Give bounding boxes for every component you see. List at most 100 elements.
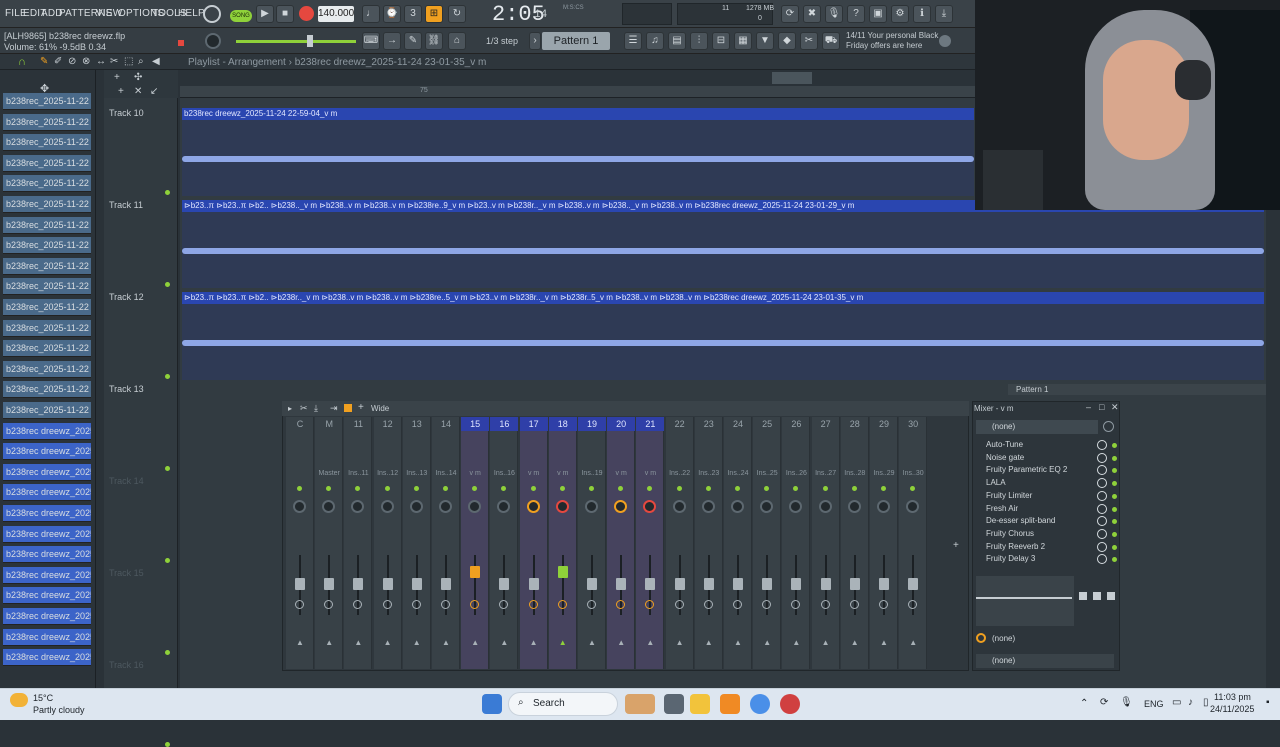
send-arrow-icon[interactable]: ▲ [471,638,479,647]
channel-enable-led[interactable] [589,486,594,491]
mixer-channel-name[interactable]: Ins..16 [490,470,518,477]
record-arm-icon[interactable] [849,600,859,609]
eq-fader-2[interactable] [1093,592,1101,600]
mixer-icon[interactable]: ⫶ [690,32,708,50]
mixer-channel-number[interactable]: 11 [344,417,372,431]
channel-enable-led[interactable] [822,486,828,491]
pan-knob[interactable] [380,500,394,513]
mixer-route-icon[interactable]: ⇥ [330,403,338,414]
download-icon[interactable]: ⤓ [935,5,953,23]
stamp-icon[interactable]: ⌂ [448,32,466,50]
refresh-icon[interactable]: ⟳ [781,5,799,23]
browser-item[interactable]: b238rec_2025-11-22 05-... [3,113,91,131]
play-icon[interactable]: ▶ [256,5,274,23]
track-active-led[interactable] [165,558,170,563]
app-icon[interactable] [780,694,800,714]
track-active-led[interactable] [165,282,170,287]
volume-fader[interactable] [295,578,305,590]
mixer-channel-number[interactable]: 28 [841,417,869,431]
send-arrow-icon[interactable]: ▲ [384,638,392,647]
mixer-add-track-icon[interactable]: + [953,540,959,551]
audio-clip[interactable]: ⊳b23..π ⊳b23..π ⊳b2.. ⊳b238r.._v m ⊳b238… [182,292,1264,304]
mixer-save-icon[interactable]: ⤓ [314,403,318,414]
mixer-channel-strip[interactable] [724,417,752,669]
link-icon[interactable]: ⛓ [425,32,443,50]
browser-item[interactable]: b238rec dreewz_2025-11... [3,463,91,481]
add-icon[interactable]: + [118,86,124,97]
mixer-menu-icon[interactable]: ▸ [288,404,292,413]
task-view-icon[interactable] [664,694,684,714]
fx-slot[interactable]: Fruity Delay 3 [978,553,1096,565]
fx-slot[interactable]: LALA [978,477,1096,489]
mixer-channel-number[interactable]: M [315,417,343,431]
mixer-channel-strip[interactable] [432,417,460,669]
track-active-led[interactable] [165,650,170,655]
track-active-led[interactable] [165,190,170,195]
volume-fader[interactable] [762,578,773,590]
record-arm-icon[interactable] [879,600,888,609]
delete-tool-icon[interactable]: ⊘ [68,56,76,67]
slip-tool-icon[interactable]: ↔ [96,56,106,67]
save-icon[interactable]: ▣ [869,5,887,23]
mixer-channel-name[interactable]: Ins..13 [403,470,431,477]
mixer-channel-number[interactable]: 18 [548,417,577,431]
file-explorer-icon[interactable] [690,694,710,714]
channel-enable-led[interactable] [881,486,886,491]
browser-item[interactable]: b238rec_2025-11-22 05-... [3,154,91,172]
mixer-channel-number[interactable]: C [286,417,314,431]
browser-item[interactable]: b238rec_2025-11-22 06-... [3,278,91,296]
record-arm-icon[interactable] [820,600,830,609]
tempo-display[interactable]: 140.000 [318,6,354,22]
network-icon[interactable]: ▭ [1172,697,1181,708]
volume-fader[interactable] [557,566,568,578]
browser-item[interactable]: b238rec_2025-11-22 05-... [3,175,91,193]
tray-mic-icon[interactable]: 🎙 [1120,697,1133,708]
panic-icon[interactable]: ✖ [803,5,821,23]
master-volume-handle[interactable] [307,35,313,47]
mixer-channel-number[interactable]: 24 [724,417,752,431]
mixer-channel-strip[interactable] [665,417,694,669]
magnet-icon[interactable]: ∩ [18,56,28,68]
browser-item[interactable]: b238rec_2025-11-22 06-... [3,216,91,234]
track-label[interactable]: Track 15 [109,568,144,578]
browser-item[interactable]: b238rec dreewz_2025-11... [3,484,91,502]
send-arrow-icon[interactable]: ▲ [296,638,304,647]
mixer-channel-name[interactable]: Ins..27 [812,470,840,477]
send-arrow-icon[interactable]: ▲ [413,638,421,647]
fx-slot[interactable]: De-esser split-band [978,515,1096,527]
send-icon[interactable] [976,633,986,643]
browser-item[interactable]: b238rec_2025-11-22 06-... [3,257,91,275]
channel-rack-icon[interactable]: ▤ [668,32,686,50]
fx-slot[interactable]: Fruity Reeverb 2 [978,541,1096,553]
browser-item[interactable]: b238rec dreewz_2025-11... [3,566,91,584]
mixer-channel-number[interactable]: 27 [812,417,840,431]
channel-enable-led[interactable] [530,486,536,491]
browser-item[interactable]: b238rec dreewz_2025-11... [3,443,91,461]
stop-icon[interactable]: ■ [276,5,294,23]
mixer-channel-name[interactable]: Ins..28 [841,470,869,477]
news-settings-icon[interactable] [939,35,951,47]
step-edit-icon[interactable]: ⊞ [425,5,443,23]
mixer-close-icon[interactable]: ✕ [1111,402,1119,413]
send-arrow-icon[interactable]: ▲ [792,638,800,647]
send-arrow-icon[interactable]: ▲ [354,638,362,647]
master-volume-slider[interactable] [236,40,356,43]
mixer-channel-name[interactable]: Ins..25 [753,470,781,477]
volume-fader[interactable] [324,578,335,590]
channel-enable-led[interactable] [297,486,302,491]
send-arrow-icon[interactable]: ▲ [559,638,567,647]
language-indicator[interactable]: ENG [1144,699,1164,709]
fx-mix-knob[interactable] [1097,528,1107,539]
mixer-channel-strip[interactable] [636,417,665,669]
volume-fader[interactable] [499,578,510,590]
fx-enable-led[interactable] [1112,544,1117,550]
mixer-channel-number[interactable]: 14 [432,417,460,431]
mixer-channel-number[interactable]: 20 [607,417,636,431]
send-arrow-icon[interactable]: ▲ [646,638,654,647]
news-panel[interactable]: 14/11 Your personal Black Friday offers … [846,31,941,51]
mixer-channel-number[interactable]: 30 [899,417,927,431]
pattern-selector[interactable]: Pattern 1 [542,32,610,50]
mixer-channel-name[interactable]: Ins..24 [724,470,752,477]
mixer-channel-strip[interactable] [607,417,636,669]
notification-icon[interactable]: ▪ [1266,697,1270,708]
